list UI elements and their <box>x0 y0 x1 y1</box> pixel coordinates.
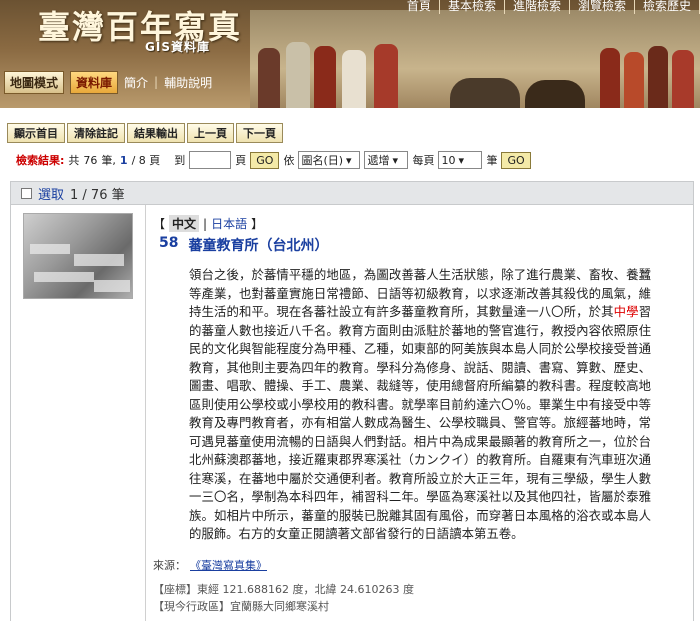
export-results-button[interactable]: 結果輸出 <box>127 123 185 143</box>
banner-figure <box>600 48 620 108</box>
record-coordinates: 【座標】東經 121.688162 度，北緯 24.610263 度 <box>153 583 414 596</box>
map-mode-button[interactable]: 地圖模式 <box>4 70 65 94</box>
separator: | <box>203 216 208 231</box>
banner-figure <box>258 48 280 108</box>
banner-figure <box>672 50 694 108</box>
clear-marks-button[interactable]: 清除註記 <box>67 123 125 143</box>
record-title-text: 蕃童教育所（台北州） <box>188 238 329 254</box>
result-toolbar: 顯示首目 清除註記 結果輸出 上一頁 下一頁 <box>7 123 283 143</box>
per-page-go-button[interactable]: GO <box>501 151 531 169</box>
sort-field-value: 圖名(日) <box>301 154 344 167</box>
record-thumbnail[interactable] <box>23 213 133 299</box>
banner-figure <box>342 50 366 108</box>
column-divider <box>145 205 146 621</box>
nav-advanced-search[interactable]: 進階檢索 <box>505 0 570 14</box>
prev-page-button[interactable]: 上一頁 <box>187 123 234 143</box>
search-result-bar: 檢索結果: 共 76 筆, 1 / 8 頁 到 頁 GO 依 圖名(日) ▾ 遞增… <box>16 149 531 171</box>
sort-field-select[interactable]: 圖名(日) ▾ <box>298 151 361 169</box>
site-subtitle: GIS資料庫 <box>145 40 210 54</box>
nav-search-history[interactable]: 檢索歷史 <box>635 0 700 14</box>
source-link[interactable]: 《臺灣寫真集》 <box>190 557 267 573</box>
nav-basic-search[interactable]: 基本檢索 <box>440 0 505 14</box>
record-district: 【現今行政區】宜蘭縣大同鄉寒溪村 <box>153 600 329 613</box>
photo-detail <box>94 280 130 292</box>
result-label: 檢索結果: <box>16 154 65 167</box>
banner-buffalo <box>450 78 520 108</box>
goto-unit: 頁 <box>235 154 247 167</box>
record-number: 58 <box>159 235 179 251</box>
sort-order-value: 遞增 <box>367 154 390 167</box>
description-part: 習的蕃童人數也接近八千名。教育方面則由派駐於蕃地的警官進行，教授內容依照原住民的… <box>189 304 652 541</box>
page-total: / 8 頁 <box>131 154 161 167</box>
nav-browse-search[interactable]: 瀏覽檢索 <box>570 0 635 14</box>
header-photo-banner <box>250 10 700 108</box>
per-page-value: 10 <box>441 153 456 167</box>
record-body: 【 中文 | 日本語 】 58 蕃童教育所（台北州） 領台之後，於蕃情平穩的地區… <box>10 205 694 621</box>
photo-detail <box>30 244 70 254</box>
sort-order-select[interactable]: 遞增 ▾ <box>364 151 409 169</box>
current-page: 1 <box>119 153 128 167</box>
record-source: 來源： 《臺灣寫真集》 <box>153 557 267 573</box>
bracket: 】 <box>251 217 264 231</box>
banner-figure <box>624 52 644 108</box>
next-page-button[interactable]: 下一頁 <box>236 123 283 143</box>
top-nav: 首頁 基本檢索 進階檢索 瀏覽檢索 檢索歷史 <box>399 0 700 14</box>
banner-figure <box>648 46 668 108</box>
record-header: 選取 1 / 76 筆 <box>10 181 694 205</box>
banner-figure <box>374 44 398 108</box>
select-checkbox[interactable] <box>21 187 32 199</box>
banner-buffalo <box>525 80 585 108</box>
site-title: 臺灣百年寫真 <box>38 8 243 46</box>
goto-page-input[interactable] <box>189 151 232 169</box>
lang-tab-chinese[interactable]: 中文 <box>169 215 200 232</box>
chevron-down-icon: ▾ <box>458 153 464 167</box>
site-header: 臺灣百年寫真 GIS資料庫 首頁 基本檢索 進階檢索 瀏覽檢索 檢索歷史 地圖模… <box>0 0 700 108</box>
record-count: 1 / 76 筆 <box>70 187 125 203</box>
select-label[interactable]: 選取 <box>38 184 64 203</box>
lang-tab-japanese[interactable]: 日本語 <box>211 215 247 232</box>
search-highlight: 中學 <box>613 304 639 319</box>
mode-bar: 地圖模式 資料庫 簡介 | 輔助說明 <box>0 70 212 94</box>
goto-label: 到 <box>174 154 186 167</box>
separator: | <box>154 75 159 89</box>
bracket: 【 <box>153 217 166 231</box>
nav-home[interactable]: 首頁 <box>399 0 440 14</box>
source-label: 來源： <box>153 559 186 572</box>
photo-detail <box>34 272 94 282</box>
total-unit: 筆, <box>101 154 116 167</box>
record-description: 領台之後，於蕃情平穩的地區，為圖改善蕃人生活狀態，除了進行農業、畜牧、養蠶等產業… <box>189 266 651 544</box>
chevron-down-icon: ▾ <box>392 153 398 167</box>
goto-go-button[interactable]: GO <box>250 151 280 169</box>
chevron-down-icon: ▾ <box>346 153 352 167</box>
help-link[interactable]: 輔助說明 <box>164 74 212 91</box>
banner-figure <box>286 42 310 108</box>
record-title: 58 蕃童教育所（台北州） <box>159 235 328 255</box>
total-count: 76 <box>83 153 98 167</box>
language-tabs: 【 中文 | 日本語 】 <box>153 215 263 232</box>
intro-link[interactable]: 簡介 <box>124 74 148 91</box>
database-button[interactable]: 資料庫 <box>70 70 119 94</box>
show-first-button[interactable]: 顯示首目 <box>7 123 65 143</box>
total-prefix: 共 <box>68 154 80 167</box>
per-page-unit: 筆 <box>486 154 498 167</box>
sort-by-label: 依 <box>283 154 295 167</box>
description-part: 領台之後，於蕃情平穩的地區，為圖改善蕃人生活狀態，除了進行農業、畜牧、養蠶等產業… <box>189 267 651 319</box>
photo-detail <box>74 254 124 266</box>
banner-figure <box>314 46 336 108</box>
per-page-label: 每頁 <box>412 154 435 167</box>
per-page-select[interactable]: 10 ▾ <box>438 151 483 169</box>
